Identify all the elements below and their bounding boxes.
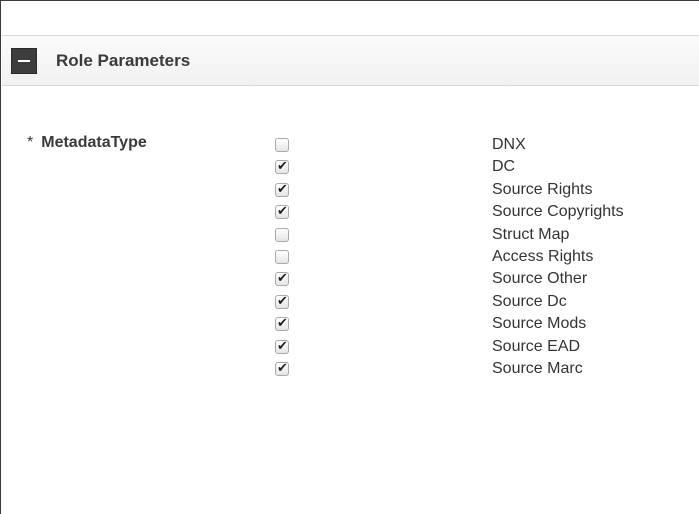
option-row: ✔ Access Rights [1,247,699,269]
option-row: ✔ Source Copyrights [1,202,699,224]
check-icon: ✔ [277,203,288,218]
option-checkbox[interactable]: ✔ [275,250,289,264]
option-checkbox[interactable]: ✔ [275,270,289,286]
collapse-button[interactable] [11,48,37,74]
option-row: ✔ Source Mods [1,314,699,336]
option-checkbox[interactable]: ✔ [275,228,289,242]
option-label: Struct Map [492,226,570,243]
check-icon: ✔ [277,360,288,375]
option-label: Source Marc [492,360,583,377]
check-icon: ✔ [277,293,288,308]
check-icon: ✔ [277,270,288,285]
section-title: Role Parameters [56,51,191,70]
option-checkbox[interactable]: ✔ [275,203,289,219]
option-row: ✔ Source Other [1,269,699,291]
section-header: Role Parameters [2,35,699,86]
minus-icon [18,60,30,62]
check-icon: ✔ [277,338,288,353]
option-label: Source Rights [492,181,593,198]
option-label: Source Copyrights [492,203,624,220]
option-label: DC [492,158,516,175]
option-row: ✔ Source Dc [1,292,699,314]
option-label: DNX [492,136,526,153]
option-label: Source Mods [492,315,587,332]
option-row: ✔ Struct Map [1,225,699,247]
option-row: ✔ DC [1,157,699,179]
option-checkbox[interactable]: ✔ [275,338,289,354]
option-row: ✔ Source EAD [1,337,699,359]
option-checkbox[interactable]: ✔ [275,138,289,152]
option-label: Source Other [492,270,588,287]
option-row: ✔ DNX [1,135,699,157]
option-label: Source Dc [492,293,567,310]
check-icon: ✔ [277,158,288,173]
check-icon: ✔ [277,315,288,330]
option-row: ✔ Source Marc [1,359,699,381]
option-label: Source EAD [492,338,581,355]
option-checkbox[interactable]: ✔ [275,293,289,309]
option-checkbox[interactable]: ✔ [275,158,289,174]
panel-frame: Role Parameters *MetadataType ✔DNX✔DC✔So… [0,0,699,514]
option-checkbox[interactable]: ✔ [275,315,289,331]
check-icon: ✔ [277,181,288,196]
option-label: Access Rights [492,248,594,265]
option-row: ✔ Source Rights [1,180,699,202]
option-checkbox[interactable]: ✔ [275,360,289,376]
option-checkbox[interactable]: ✔ [275,181,289,197]
